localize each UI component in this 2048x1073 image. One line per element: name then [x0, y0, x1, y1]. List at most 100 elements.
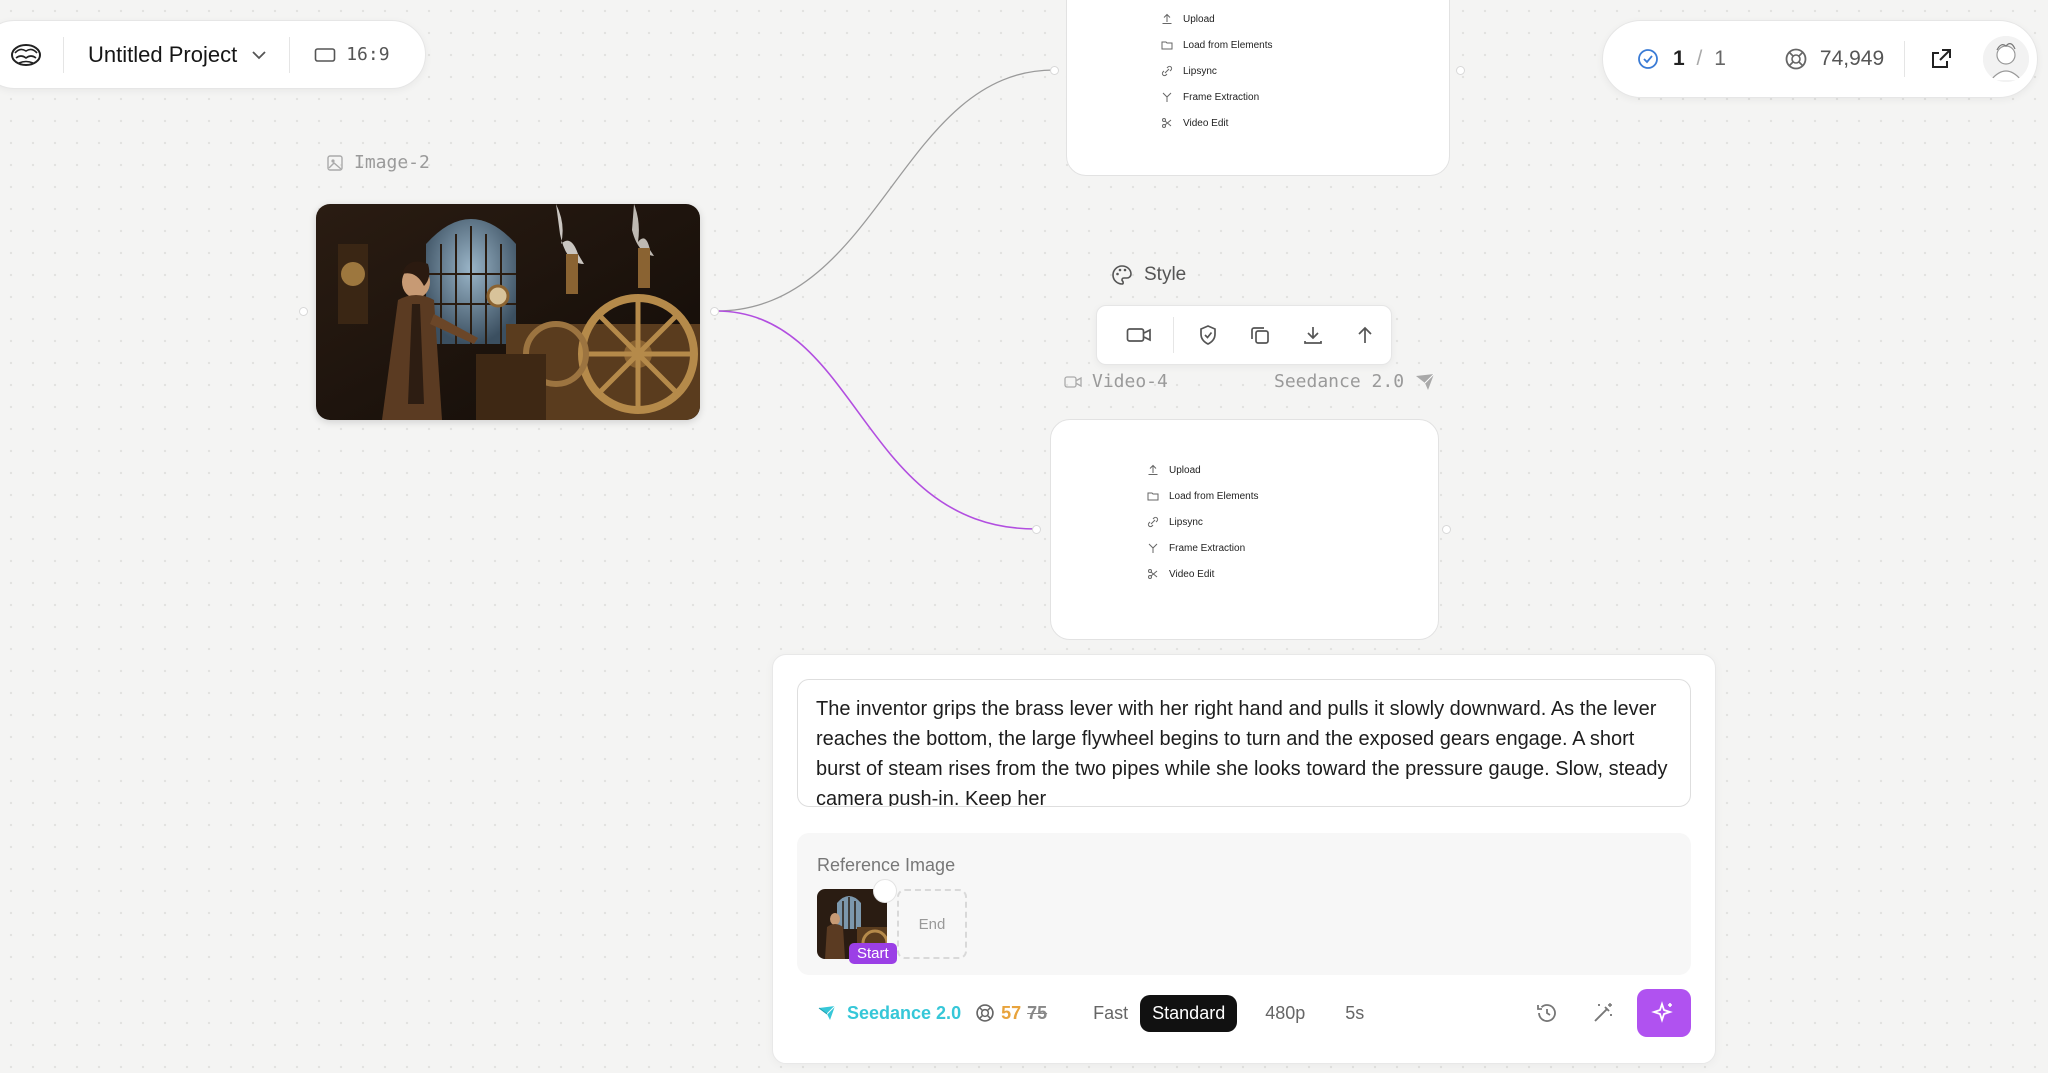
folder-icon — [1161, 41, 1173, 50]
menu-upload[interactable]: Upload — [1161, 6, 1273, 32]
speed-fast-option[interactable]: Fast — [1081, 995, 1140, 1032]
video-4-input-handle[interactable] — [1032, 525, 1041, 534]
queue-total: 1 — [1714, 47, 1726, 70]
upload-icon — [1148, 464, 1158, 475]
video-node-top[interactable]: Upload Load from Elements Lipsync Frame … — [1066, 0, 1450, 176]
seedance-logo-icon — [1416, 373, 1435, 390]
image-node-output-handle[interactable] — [710, 307, 719, 316]
menu-frame-extraction[interactable]: Frame Extraction — [1161, 84, 1273, 110]
image-node-steampunk-inventor[interactable] — [316, 204, 700, 420]
end-frame-slot[interactable]: End — [897, 889, 967, 959]
task-queue[interactable]: 1 / 1 — [1637, 47, 1726, 71]
menu-upload[interactable]: Upload — [1147, 457, 1259, 483]
share-button[interactable] — [1919, 37, 1963, 81]
top-video-input-handle[interactable] — [1050, 66, 1059, 75]
link-icon — [1147, 516, 1159, 528]
cost-current: 57 — [1001, 1002, 1022, 1023]
app-logo[interactable] — [3, 41, 49, 69]
video-node-model: Seedance 2.0 — [1274, 371, 1436, 392]
image-node-input-handle[interactable] — [299, 307, 308, 316]
cost-original: 75 — [1027, 1002, 1048, 1023]
history-icon — [1537, 1004, 1556, 1022]
model-selector[interactable]: Seedance 2.0 — [817, 1003, 961, 1024]
start-badge: Start — [849, 943, 897, 964]
brain-logo-icon — [11, 43, 41, 66]
reference-image-section: Reference Image Start End — [797, 833, 1691, 975]
copy-icon — [1251, 327, 1270, 344]
generation-controls: Seedance 2.0 57 75 Fast Standard 480p 5s — [797, 988, 1691, 1038]
top-video-output-handle[interactable] — [1456, 66, 1465, 75]
user-avatar[interactable] — [1983, 36, 2030, 82]
image-node-name: Image-2 — [354, 152, 430, 173]
chevron-down-icon — [252, 50, 266, 59]
video-camera-icon — [1064, 375, 1082, 388]
video-mode-button[interactable] — [1113, 313, 1165, 357]
project-title-dropdown[interactable]: Untitled Project — [88, 42, 267, 68]
enhance-prompt-button[interactable] — [1581, 991, 1625, 1035]
credit-balance[interactable]: 74,949 — [1784, 47, 1884, 71]
aspect-ratio-button[interactable]: 16:9 — [314, 44, 390, 65]
upload-icon — [1162, 13, 1172, 24]
duration-selector[interactable]: 5s — [1333, 995, 1376, 1032]
remove-start-frame-handle[interactable] — [873, 879, 897, 903]
arrow-up-icon — [1358, 326, 1372, 343]
scissors-icon — [1148, 569, 1158, 579]
video-4-output-handle[interactable] — [1442, 525, 1451, 534]
image-icon — [327, 154, 343, 171]
screen-ratio-icon — [314, 47, 336, 62]
scissors-icon — [1162, 118, 1172, 128]
prompt-input[interactable]: The inventor grips the brass lever with … — [797, 679, 1691, 807]
upload-button[interactable] — [1339, 313, 1391, 357]
start-frame-thumbnail[interactable]: Start — [817, 879, 897, 964]
magic-wand-icon — [1594, 1003, 1612, 1022]
link-icon — [1161, 65, 1173, 77]
download-icon — [1303, 327, 1322, 344]
generation-panel: The inventor grips the brass lever with … — [772, 654, 1716, 1064]
duplicate-button[interactable] — [1234, 313, 1286, 357]
credits-value: 74,949 — [1819, 47, 1885, 70]
shield-check-icon — [1200, 325, 1217, 345]
menu-frame-extraction[interactable]: Frame Extraction — [1147, 535, 1259, 561]
video-node-model-name: Seedance 2.0 — [1274, 371, 1405, 392]
speed-standard-option[interactable]: Standard — [1140, 994, 1238, 1032]
menu-video-edit[interactable]: Video Edit — [1161, 110, 1273, 136]
divider — [289, 36, 291, 73]
credits-icon — [1785, 48, 1807, 70]
resolution-selector[interactable]: 480p — [1253, 995, 1317, 1032]
aspect-ratio-value: 16:9 — [346, 44, 390, 65]
end-frame-label: End — [918, 915, 946, 933]
menu-lipsync[interactable]: Lipsync — [1147, 509, 1259, 535]
menu-lipsync[interactable]: Lipsync — [1161, 58, 1273, 84]
video-node-video-4[interactable]: Upload Load from Elements Lipsync Frame … — [1050, 419, 1439, 640]
reference-image-title: Reference Image — [817, 855, 956, 875]
image-node-label: Image-2 — [326, 152, 430, 173]
video-camera-icon — [1126, 328, 1151, 342]
fork-icon — [1162, 92, 1172, 102]
menu-load-from-elements[interactable]: Load from Elements — [1147, 483, 1259, 509]
divider — [1173, 317, 1175, 353]
history-button[interactable] — [1525, 991, 1569, 1035]
video-node-label: Video-4 — [1064, 371, 1168, 392]
sparkle-icon — [1651, 1001, 1673, 1023]
generate-button[interactable] — [1637, 989, 1691, 1037]
safety-button[interactable] — [1182, 313, 1234, 357]
external-link-icon — [1932, 49, 1952, 68]
queue-separator: / — [1696, 47, 1703, 70]
menu-video-edit[interactable]: Video Edit — [1147, 561, 1259, 587]
style-label[interactable]: Style — [1110, 263, 1186, 287]
project-title: Untitled Project — [88, 41, 238, 67]
folder-icon — [1147, 492, 1159, 501]
credits-icon — [976, 1004, 994, 1022]
fork-icon — [1148, 543, 1158, 553]
divider — [1904, 41, 1906, 77]
generation-cost: 57 75 — [975, 1003, 1047, 1024]
edge-image-to-top-video — [715, 69, 1055, 312]
style-label-text: Style — [1144, 264, 1187, 285]
menu-load-from-elements[interactable]: Load from Elements — [1161, 32, 1273, 58]
seedance-logo-icon — [818, 1005, 836, 1020]
node-toolbar — [1096, 305, 1392, 365]
download-button[interactable] — [1287, 313, 1339, 357]
status-bar: 1 / 1 74,949 — [1602, 20, 2038, 98]
model-name: Seedance 2.0 — [847, 1002, 962, 1023]
check-circle-icon — [1638, 49, 1658, 69]
